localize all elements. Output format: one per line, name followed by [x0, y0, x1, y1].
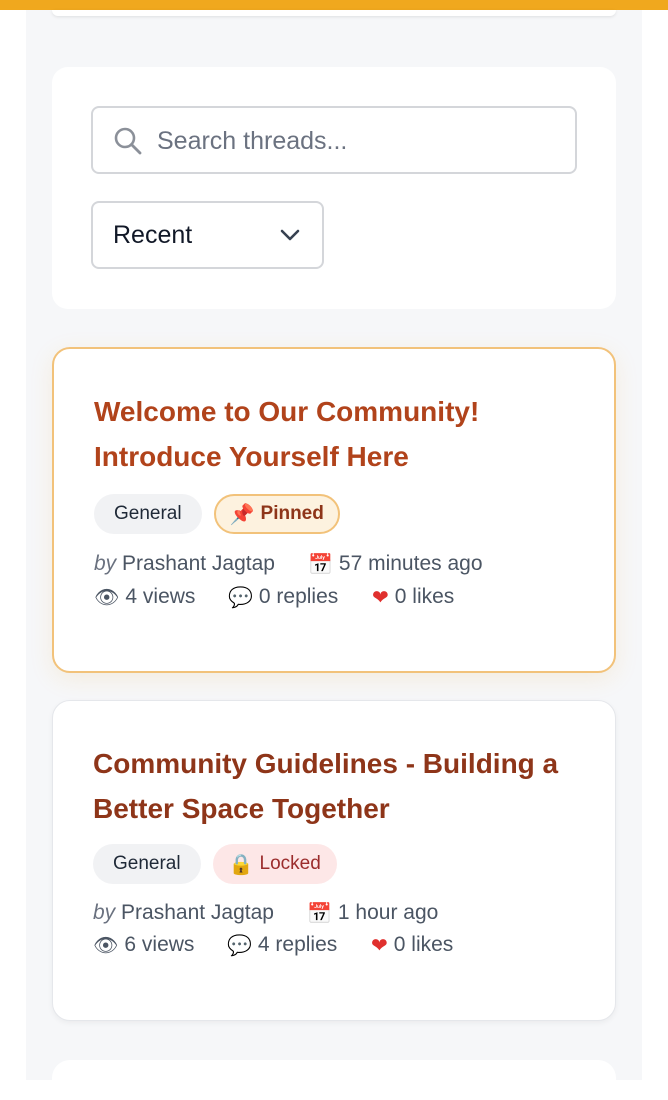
pinned-badge: 📌 Pinned: [213, 494, 340, 534]
time-label: 57 minutes ago: [338, 552, 483, 575]
by-label: by: [94, 552, 117, 575]
search-box[interactable]: [91, 106, 577, 174]
likes-label: 0 likes: [394, 585, 455, 608]
next-thread-card[interactable]: [52, 1060, 616, 1100]
sort-select-value: Recent: [113, 221, 193, 249]
views-count: 👁 6 views: [93, 933, 194, 957]
author-name[interactable]: Prashant Jagtap: [121, 901, 274, 924]
replies-count: 💬 0 replies: [228, 585, 338, 609]
thread-time: 📅 57 minutes ago: [308, 552, 483, 576]
thread-title[interactable]: Welcome to Our Community! Introduce Your…: [94, 389, 574, 479]
lock-icon: 🔒: [228, 852, 254, 876]
replies-count: 💬 4 replies: [227, 933, 337, 957]
likes-count[interactable]: ❤ 0 likes: [371, 933, 453, 957]
thread-author-line: by Prashant Jagtap: [94, 552, 275, 576]
filter-card: Recent: [52, 67, 616, 309]
likes-label: 0 likes: [393, 933, 454, 956]
author-name[interactable]: Prashant Jagtap: [122, 552, 275, 575]
pinned-label: Pinned: [260, 503, 324, 524]
likes-count[interactable]: ❤ 0 likes: [372, 585, 454, 609]
views-label: 6 views: [124, 933, 195, 956]
thread-tags: General 📌 Pinned: [94, 494, 340, 534]
thread-card[interactable]: Community Guidelines - Building a Better…: [52, 700, 616, 1021]
thread-tags: General 🔒 Locked: [93, 844, 337, 884]
calendar-icon: 📅: [307, 901, 332, 925]
top-accent-bar: [0, 0, 668, 10]
views-count: 👁 4 views: [94, 585, 195, 609]
heart-icon: ❤: [372, 585, 389, 609]
thread-author-line: by Prashant Jagtap: [93, 901, 274, 925]
locked-badge: 🔒 Locked: [212, 844, 337, 884]
category-tag[interactable]: General: [94, 494, 202, 534]
search-input[interactable]: [157, 118, 557, 164]
views-label: 4 views: [125, 585, 196, 608]
search-icon: [114, 127, 142, 155]
calendar-icon: 📅: [308, 552, 333, 576]
eye-icon: 👁: [94, 585, 120, 609]
heart-icon: ❤: [371, 933, 388, 957]
speech-bubble-icon: 💬: [228, 585, 253, 609]
thread-card[interactable]: Welcome to Our Community! Introduce Your…: [52, 347, 616, 673]
thread-title[interactable]: Community Guidelines - Building a Better…: [93, 741, 573, 831]
speech-bubble-icon: 💬: [227, 933, 252, 957]
chevron-down-icon: [280, 229, 300, 241]
replies-label: 0 replies: [258, 585, 339, 608]
replies-label: 4 replies: [257, 933, 338, 956]
sort-select[interactable]: Recent: [91, 201, 324, 269]
eye-icon: 👁: [93, 933, 119, 957]
category-tag[interactable]: General: [93, 844, 201, 884]
time-label: 1 hour ago: [337, 901, 439, 924]
thread-time: 📅 1 hour ago: [307, 901, 438, 925]
pushpin-icon: 📌: [229, 502, 255, 526]
locked-label: Locked: [259, 853, 321, 874]
by-label: by: [93, 901, 116, 924]
previous-card-edge: [52, 10, 616, 16]
